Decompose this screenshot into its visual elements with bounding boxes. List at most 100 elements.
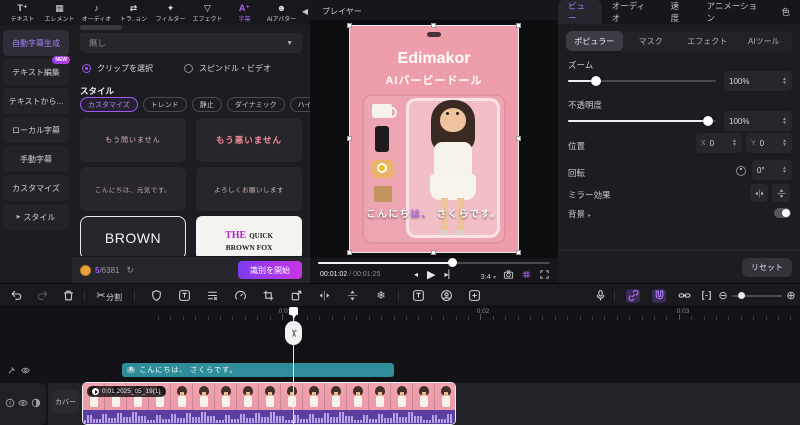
- chip-dynamic[interactable]: ダイナミック: [226, 97, 285, 112]
- chip-trend[interactable]: トレンド: [142, 97, 187, 112]
- crop-icon[interactable]: [262, 289, 276, 303]
- tab-text[interactable]: T⁺ テキスト: [4, 3, 41, 23]
- sidebar-item-customize[interactable]: カスタマイズ: [3, 175, 69, 201]
- start-recognition-button[interactable]: 識別を開始: [238, 261, 302, 279]
- tab-audio[interactable]: ♪ オーディオ: [78, 3, 115, 23]
- flip-horizontal-button[interactable]: [750, 184, 768, 202]
- snapshot-icon[interactable]: [503, 269, 514, 280]
- collapse-panel-icon[interactable]: ◀: [302, 7, 308, 16]
- export-frame-icon[interactable]: [290, 289, 304, 303]
- mask-shield-icon[interactable]: [150, 289, 164, 303]
- radio-select-clip[interactable]: クリップを選択: [82, 63, 153, 74]
- add-to-library-icon[interactable]: [468, 289, 482, 303]
- opacity-value-box[interactable]: 100% ▲ ▼: [724, 111, 792, 131]
- sidebar-item-from-text[interactable]: テキストから...: [3, 88, 69, 114]
- next-frame-button[interactable]: ▸▏: [444, 270, 454, 279]
- rotation-dial-icon[interactable]: [736, 166, 746, 176]
- video-clip[interactable]: 0:01 2025_05_19(1): [82, 382, 456, 425]
- timeline-zoom-in-icon[interactable]: ⊕: [784, 289, 798, 303]
- speed-icon[interactable]: [234, 289, 248, 303]
- background-toggle[interactable]: [774, 208, 791, 218]
- chip-customize[interactable]: カスタマイズ: [80, 97, 138, 112]
- subtab-ai-tools[interactable]: AIツール: [736, 31, 793, 51]
- magnet-snap-icon[interactable]: [652, 289, 666, 303]
- grid-icon[interactable]: [521, 269, 532, 280]
- timeline-zoom-out-icon[interactable]: ⊖: [716, 289, 730, 303]
- playhead-split-button[interactable]: ✂: [285, 321, 302, 345]
- split-label[interactable]: 分割: [106, 292, 122, 303]
- undo-icon[interactable]: [10, 289, 24, 303]
- subtab-mask[interactable]: マスク: [623, 31, 680, 51]
- prev-frame-button[interactable]: ◂: [414, 270, 418, 279]
- sidebar-item-local-subtitle[interactable]: ローカル字幕: [3, 117, 69, 143]
- tab-subtitles[interactable]: A⁺ 字幕: [226, 3, 263, 23]
- tab-filter[interactable]: ✦ フィルター: [152, 3, 189, 23]
- stepper-icon[interactable]: ▲ ▼: [782, 139, 787, 148]
- refresh-icon[interactable]: ↻: [126, 265, 134, 276]
- style-card-2[interactable]: もう悪いません: [196, 118, 302, 162]
- track-eye-icon[interactable]: [18, 398, 28, 408]
- tab-speed[interactable]: 速度: [661, 0, 697, 24]
- sidebar-item-auto-subtitle[interactable]: 自動字幕生成: [3, 30, 69, 56]
- track-contrast-icon[interactable]: [31, 398, 41, 408]
- timeline[interactable]: 0:01 0:02 0:03 カバー A こんにちは、 さくらです。 0:01 …: [0, 307, 800, 425]
- position-x-field[interactable]: X 0 ▲ ▼: [696, 133, 742, 153]
- handle-mid-right[interactable]: [516, 136, 521, 141]
- tab-effects[interactable]: ▽ エフェクト: [189, 3, 226, 23]
- player-canvas[interactable]: Edimakor AIバービードール こんにちは、 さくらです。: [310, 20, 558, 258]
- opacity-slider-knob[interactable]: [703, 116, 713, 126]
- sidebar-item-manual-subtitle[interactable]: 手動字幕: [3, 146, 69, 172]
- text-template-icon[interactable]: [412, 289, 426, 303]
- tab-audio-props[interactable]: オーディオ: [602, 0, 661, 24]
- cover-button[interactable]: カバー: [52, 390, 79, 413]
- tab-transition[interactable]: ⇄ トラ..ョン: [115, 3, 152, 23]
- handle-bottom-center[interactable]: [431, 250, 436, 255]
- text-box-icon[interactable]: [178, 289, 192, 303]
- tab-ai-avatar[interactable]: ☻ AIアバター: [263, 3, 300, 23]
- zoom-value-box[interactable]: 100% ▲ ▼: [724, 71, 792, 91]
- freeze-frame-icon[interactable]: ❄: [374, 289, 388, 303]
- subtitle-track-pin-icon[interactable]: [7, 366, 16, 375]
- redo-icon[interactable]: [36, 289, 50, 303]
- stepper-icon[interactable]: ▲ ▼: [782, 166, 787, 175]
- radio-spindle-video[interactable]: スピンドル・ビデオ: [184, 63, 271, 74]
- reset-button[interactable]: リセット: [742, 258, 792, 277]
- rotation-field[interactable]: 0° ▲ ▼: [752, 160, 792, 180]
- style-card-3[interactable]: こんにちは、元気です。: [80, 167, 186, 211]
- subtitle-overlay[interactable]: こんにちは、 さくらです。: [310, 206, 558, 220]
- record-voice-icon[interactable]: [594, 289, 608, 303]
- stepper-icon[interactable]: ▲ ▼: [782, 77, 787, 86]
- zoom-slider-knob[interactable]: [591, 76, 601, 86]
- stepper-icon[interactable]: ▲ ▼: [782, 117, 787, 126]
- tab-color[interactable]: 色: [771, 0, 800, 24]
- link-clips-icon[interactable]: [626, 289, 640, 303]
- style-card-1[interactable]: もう問いません: [80, 118, 186, 162]
- handle-bottom-right[interactable]: [516, 250, 521, 255]
- style-card-brown[interactable]: BROWN: [80, 216, 186, 260]
- ratio-selector[interactable]: 3:4 ▾: [481, 266, 496, 284]
- avatar-circle-icon[interactable]: [440, 289, 454, 303]
- sidebar-item-text-edit[interactable]: テキスト編集 NEW: [3, 56, 70, 85]
- tab-animation[interactable]: アニメーション: [696, 0, 771, 24]
- fullscreen-icon[interactable]: [539, 269, 550, 280]
- style-card-fox[interactable]: THE QUICK BROWN FOX: [196, 216, 302, 260]
- handle-top-right[interactable]: [516, 23, 521, 28]
- sidebar-item-style[interactable]: ▶ スタイル: [3, 204, 69, 230]
- handle-top-center[interactable]: [431, 23, 436, 28]
- style-card-4[interactable]: よろしくお願いします: [196, 167, 302, 211]
- language-dropdown[interactable]: 無し ▼: [80, 33, 302, 53]
- handle-bottom-left[interactable]: [347, 250, 352, 255]
- bracket-select-icon[interactable]: [700, 289, 714, 303]
- tab-elements[interactable]: ▦ エレメント: [41, 3, 78, 23]
- flip-horizontal-icon[interactable]: [318, 289, 332, 303]
- remove-subtitle-icon[interactable]: [206, 289, 220, 303]
- delete-icon[interactable]: [62, 289, 76, 303]
- subtab-effect[interactable]: エフェクト: [679, 31, 736, 51]
- handle-mid-left[interactable]: [347, 136, 352, 141]
- track-number-icon[interactable]: [5, 398, 15, 408]
- position-y-field[interactable]: Y 0 ▲ ▼: [746, 133, 792, 153]
- flip-vertical-icon[interactable]: [346, 289, 360, 303]
- handle-top-left[interactable]: [347, 23, 352, 28]
- stepper-icon[interactable]: ▲ ▼: [732, 139, 737, 148]
- tab-view[interactable]: ビュー: [558, 0, 602, 24]
